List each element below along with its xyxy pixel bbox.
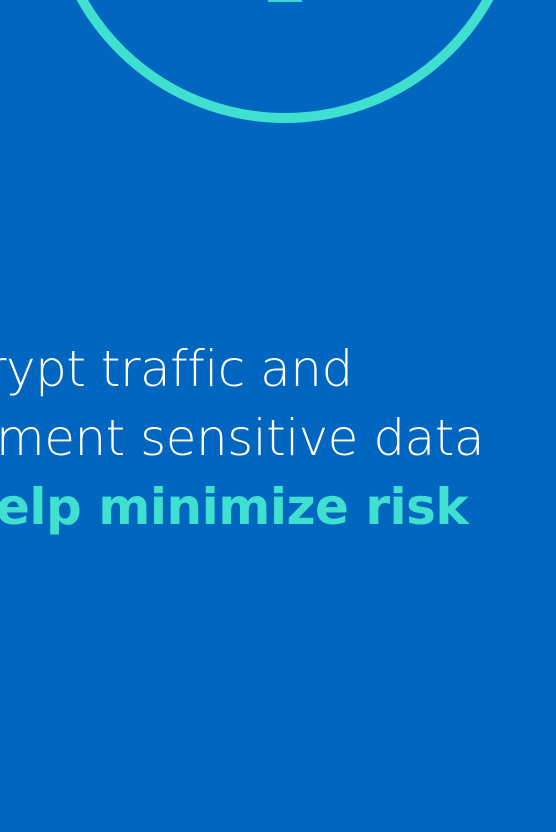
- ring-arc: [76, 0, 494, 123]
- ring-inner-fragment: [268, 0, 302, 2]
- headline: rypt traffic and ment sensitive data elp…: [0, 335, 556, 542]
- headline-line-3-highlight: elp minimize risk: [0, 478, 469, 536]
- headline-line-1: rypt traffic and: [0, 340, 353, 398]
- headline-line-2: ment sensitive data: [0, 409, 484, 467]
